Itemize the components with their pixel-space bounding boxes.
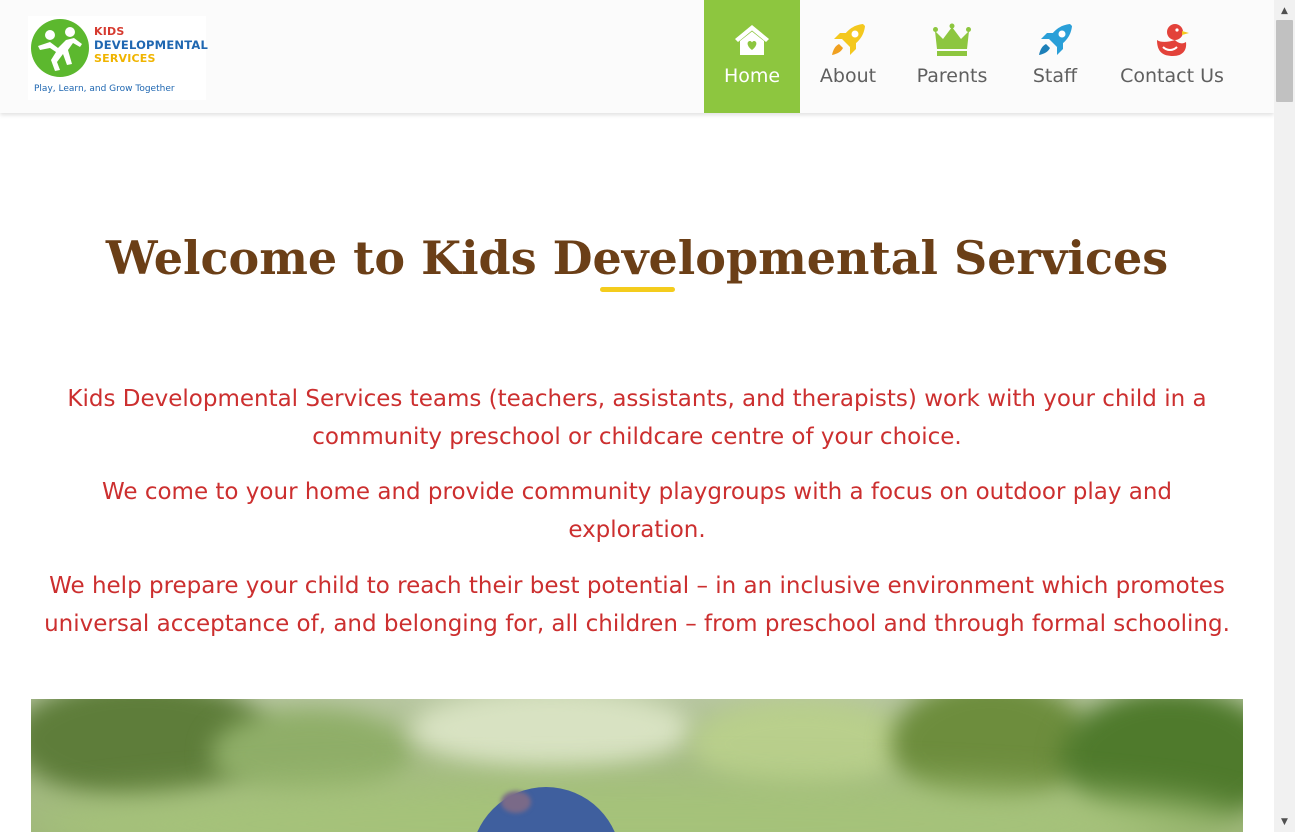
kids-logo-icon: [31, 19, 89, 77]
scroll-up-arrow-icon[interactable]: ▲: [1274, 2, 1295, 19]
nav-item-label: Parents: [916, 65, 988, 87]
nav-item-home[interactable]: Home: [704, 0, 800, 113]
rocket-icon: [1036, 22, 1074, 58]
nav-item-staff[interactable]: Staff: [1008, 0, 1102, 113]
intro-paragraph-1: Kids Developmental Services teams (teach…: [67, 386, 1207, 450]
nav-item-about[interactable]: About: [800, 0, 896, 113]
site-logo[interactable]: KIDS DEVELOPMENTAL SERVICES Play, Learn,…: [28, 16, 208, 100]
nav-item-label: Home: [723, 65, 781, 87]
nav-item-contact-us[interactable]: Contact Us: [1102, 0, 1242, 113]
logo-tagline: Play, Learn, and Grow Together: [34, 84, 175, 94]
intro-paragraph-3: We help prepare your child to reach thei…: [44, 573, 1230, 637]
rocket-icon: [829, 22, 867, 58]
page-title: Welcome to Kids Developmental Services: [105, 230, 1169, 285]
nav-item-label: Staff: [1032, 65, 1078, 87]
scroll-down-arrow-icon[interactable]: ▼: [1274, 813, 1295, 830]
title-underline-divider: [600, 287, 675, 292]
logo-text-services: SERVICES: [94, 52, 156, 65]
site-header: KIDS DEVELOPMENTAL SERVICES Play, Learn,…: [0, 0, 1274, 113]
house-heart-icon: [733, 22, 771, 58]
page-scrollbar[interactable]: ▲ ▼: [1274, 0, 1295, 832]
nav-item-label: Contact Us: [1120, 65, 1224, 87]
hero-image-child-playing: [31, 699, 1243, 832]
nav-item-parents[interactable]: Parents: [896, 0, 1008, 113]
crown-icon: [933, 22, 971, 58]
scrollbar-thumb[interactable]: [1276, 20, 1293, 102]
page: KIDS DEVELOPMENTAL SERVICES Play, Learn,…: [0, 0, 1274, 832]
intro-paragraph-2: We come to your home and provide communi…: [101, 479, 1173, 543]
logo-text-kids: KIDS: [94, 25, 125, 38]
rubber-duck-icon: [1153, 22, 1191, 58]
nav-item-label: About: [819, 65, 877, 87]
main-nav: Home About Parents Staff Contact Us: [704, 0, 1242, 113]
logo-text-developmental: DEVELOPMENTAL: [94, 38, 208, 52]
